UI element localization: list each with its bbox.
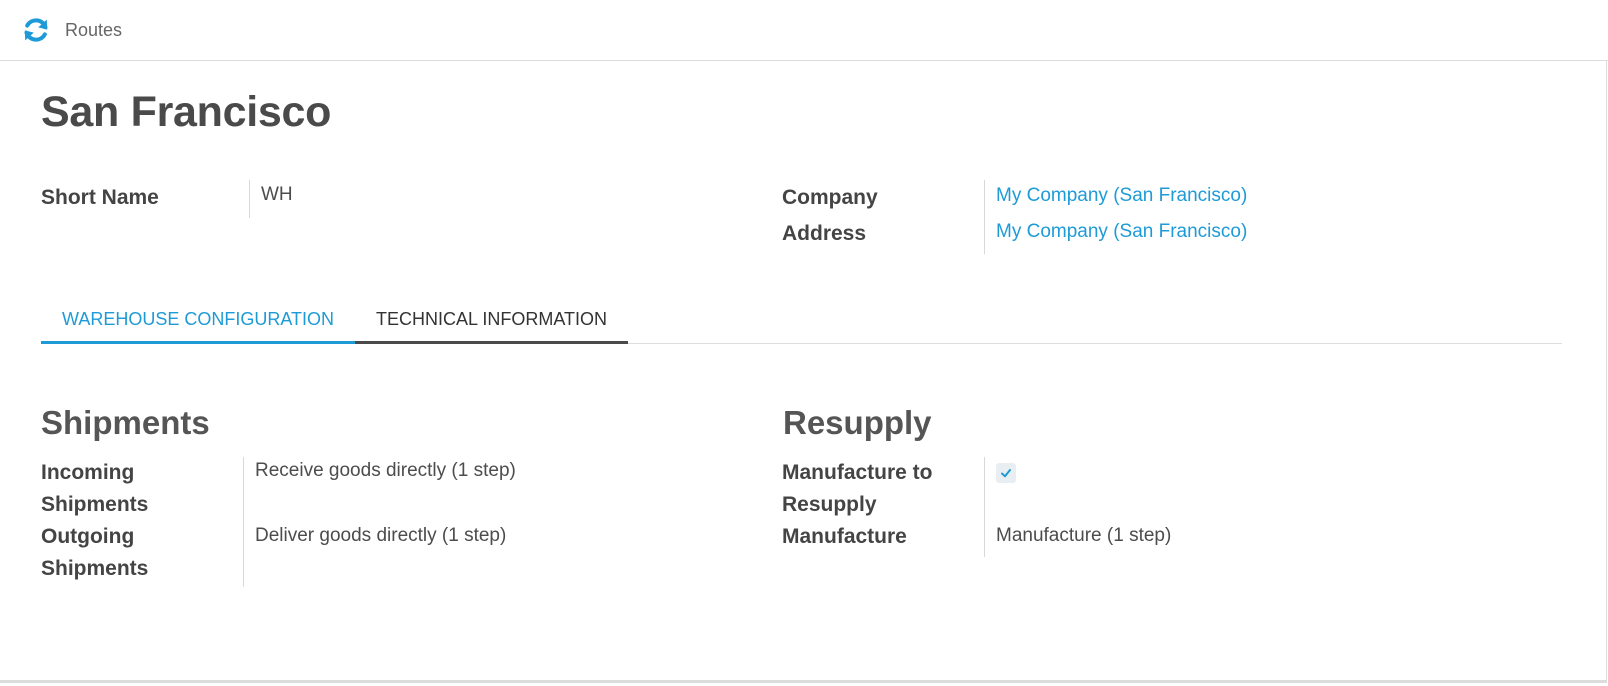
shipments-section-title: Shipments [41, 404, 210, 441]
company-address-group: Company Address My Company (San Francisc… [782, 180, 1247, 254]
resupply-group: Manufacture to Resupply Manufacture Manu… [782, 457, 1171, 557]
manufacture-field[interactable]: Manufacture (1 step) [996, 522, 1171, 550]
form-sheet: San Francisco Short Name WH Company Addr… [0, 61, 1607, 683]
warehouse-name[interactable]: San Francisco [41, 88, 331, 137]
warehouse-form-view: Routes San Francisco Short Name WH Compa… [0, 0, 1608, 686]
incoming-shipments-label: Incoming Shipments [41, 461, 149, 516]
incoming-shipments-field[interactable]: Receive goods directly (1 step) [255, 457, 516, 522]
tab-technical-information[interactable]: TECHNICAL INFORMATION [355, 298, 629, 344]
routes-button[interactable]: Routes [0, 0, 136, 60]
button-box: Routes [0, 0, 1608, 61]
checkmark-icon [1001, 469, 1011, 478]
short-name-group: Short Name WH [41, 180, 293, 218]
routes-button-label: Routes [65, 19, 123, 40]
resupply-section-title: Resupply [783, 404, 932, 441]
company-label: Company [782, 186, 878, 209]
tab-warehouse-configuration[interactable]: WAREHOUSE CONFIGURATION [41, 298, 356, 344]
address-label: Address [782, 222, 867, 245]
manufacture-label: Manufacture [782, 525, 907, 548]
manufacture-to-resupply-label: Manufacture to Resupply [782, 461, 933, 516]
short-name-label: Short Name [41, 186, 159, 209]
address-field[interactable]: My Company (San Francisco) [996, 212, 1247, 252]
refresh-icon [22, 16, 50, 44]
short-name-field[interactable]: WH [261, 180, 293, 210]
company-field[interactable]: My Company (San Francisco) [996, 180, 1247, 212]
shipments-group: Incoming Shipments Outgoing Shipments Re… [41, 457, 516, 587]
outgoing-shipments-label: Outgoing Shipments [41, 525, 149, 580]
outgoing-shipments-field[interactable]: Deliver goods directly (1 step) [255, 522, 516, 550]
manufacture-to-resupply-checkbox[interactable] [996, 463, 1016, 483]
notebook-tabs: WAREHOUSE CONFIGURATION TECHNICAL INFORM… [41, 298, 1562, 344]
